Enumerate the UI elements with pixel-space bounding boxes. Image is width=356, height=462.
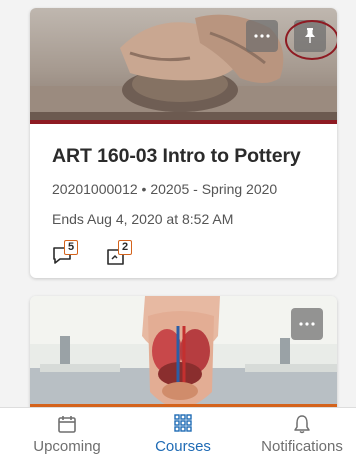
pin-highlight-circle [285, 20, 337, 60]
calendar-icon [58, 416, 76, 433]
bell-icon [294, 415, 310, 434]
course-card[interactable]: ART 160-03 Intro to Pottery 20201000012 … [30, 8, 337, 278]
course-end-date: Ends Aug 4, 2020 at 8:52 AM [52, 211, 234, 227]
more-icon [254, 34, 270, 38]
nav-notifications-label: Notifications [261, 438, 343, 455]
discussions-button[interactable]: 5 [52, 240, 82, 268]
nav-courses[interactable]: Courses [138, 408, 228, 462]
course-term: 20201000012 • 20205 - Spring 2020 [52, 181, 278, 197]
course-options-button[interactable] [291, 308, 323, 340]
nav-upcoming[interactable]: Upcoming [22, 408, 112, 462]
assignments-button[interactable]: 2 [106, 240, 136, 268]
grid-icon [174, 414, 192, 432]
course-options-button[interactable] [246, 20, 278, 52]
course-color-bar [30, 120, 337, 124]
assignments-count-badge: 2 [118, 240, 132, 255]
more-icon [299, 322, 315, 326]
course-title[interactable]: ART 160-03 Intro to Pottery [52, 145, 301, 168]
nav-notifications[interactable]: Notifications [250, 408, 354, 462]
nav-courses-label: Courses [155, 438, 211, 455]
nav-upcoming-label: Upcoming [33, 438, 101, 455]
discussions-count-badge: 5 [64, 240, 78, 255]
course-activity-icons: 5 2 [52, 240, 252, 268]
courses-screen: ART 160-03 Intro to Pottery 20201000012 … [0, 0, 356, 462]
bottom-navigation: Upcoming Courses Notifications [0, 407, 356, 462]
course-image-pottery[interactable] [30, 8, 337, 120]
